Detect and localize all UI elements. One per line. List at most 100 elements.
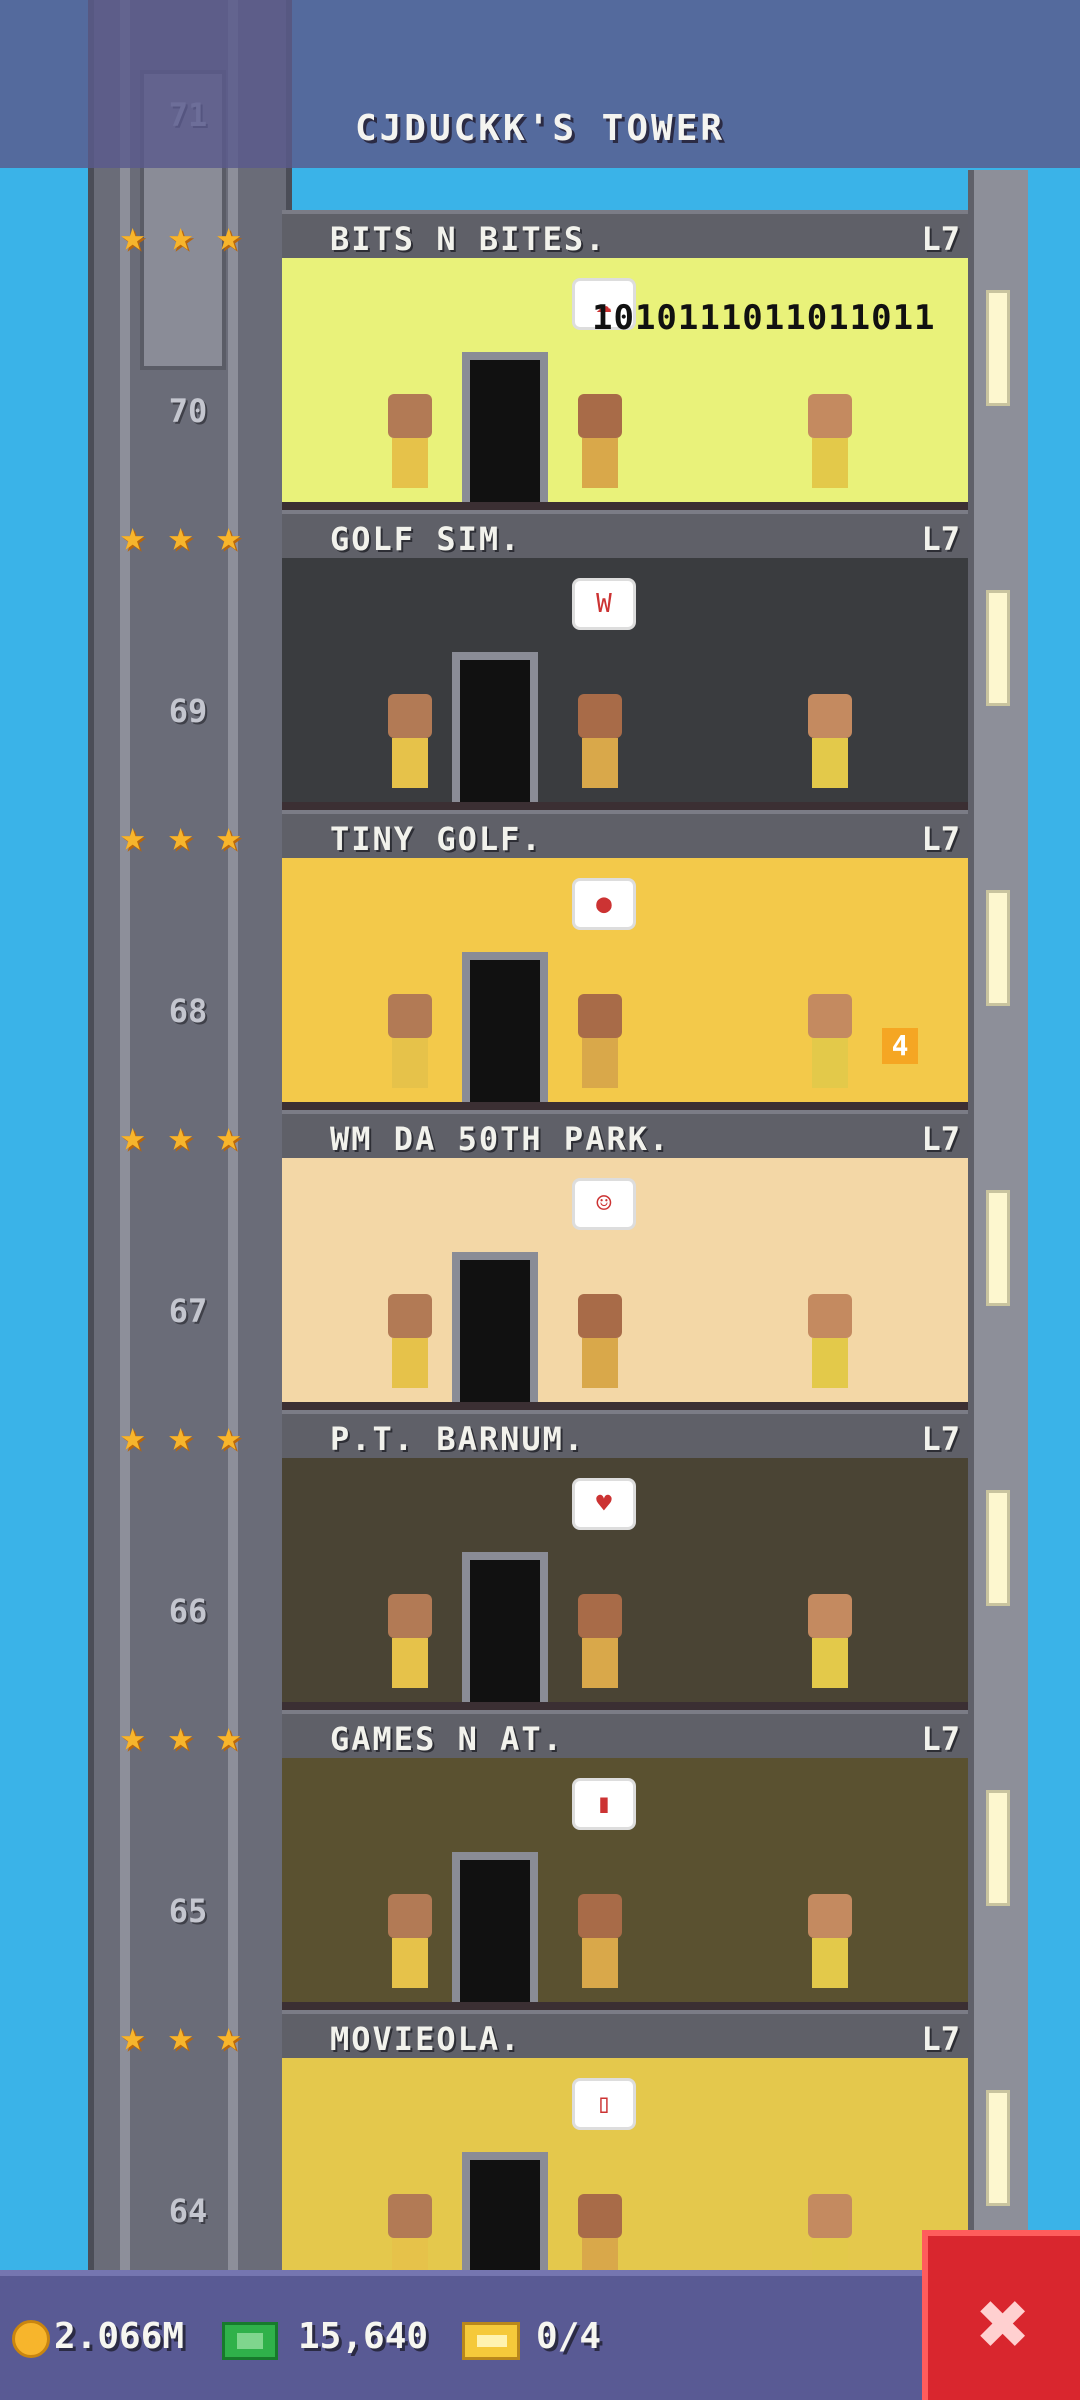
floor-room[interactable]: ● 4 <box>282 858 968 1110</box>
bitizen[interactable] <box>572 1294 628 1394</box>
floor-name: TINY GOLF. <box>330 820 543 858</box>
tower-header: CJDUCKK'S TOWER <box>0 0 1080 168</box>
floor-label-bar: BITS N BITES. L7 <box>282 210 968 258</box>
floor-name: WM DA 50TH PARK. <box>330 1120 671 1158</box>
floor-67[interactable]: WM DA 50TH PARK. L7 ☺ <box>282 1110 968 1410</box>
bitizen[interactable] <box>802 994 858 1094</box>
floor-68[interactable]: TINY GOLF. L7 ● 4 <box>282 810 968 1110</box>
star-icon: ★ <box>168 2011 194 2060</box>
floor-level: L7 <box>921 820 960 858</box>
bitizen[interactable] <box>802 1294 858 1394</box>
bitizen[interactable] <box>802 1894 858 1994</box>
bitizen[interactable] <box>382 1294 438 1394</box>
floor-label-bar: TINY GOLF. L7 <box>282 810 968 858</box>
floor-number-69: 69 <box>168 692 208 730</box>
floor-label-bar: P.T. BARNUM. L7 <box>282 1410 968 1458</box>
star-icon: ★ <box>216 1111 242 1160</box>
floor-name: GAMES N AT. <box>330 1720 564 1758</box>
bitizen[interactable] <box>572 1894 628 1994</box>
floor-room[interactable]: W <box>282 558 968 810</box>
speech-bubble[interactable]: ▮ <box>572 1778 636 1830</box>
currency-bar: 2.066M 15,640 0/4 <box>0 2270 1080 2400</box>
floor-room[interactable]: ♥ <box>282 1458 968 1710</box>
star-icon: ★ <box>120 2011 146 2060</box>
star-icon: ★ <box>168 1111 194 1160</box>
bitizen[interactable] <box>802 1594 858 1694</box>
floor-room[interactable]: ☺ <box>282 1158 968 1410</box>
bitizen[interactable] <box>382 394 438 494</box>
floor-stars: ★ ★ ★ <box>120 2014 270 2064</box>
coin-icon <box>12 2320 50 2358</box>
close-icon: ✖ <box>977 2272 1031 2375</box>
bitizen[interactable] <box>572 1594 628 1694</box>
wall-light <box>986 590 1010 706</box>
floor-70[interactable]: BITS N BITES. L7 ☁ 1010111011011011 <box>282 210 968 510</box>
star-icon: ★ <box>120 211 146 260</box>
bitizen[interactable] <box>382 694 438 794</box>
floor-number-67: 67 <box>168 1292 208 1330</box>
floor-number-64: 64 <box>168 2192 208 2230</box>
star-icon: ★ <box>168 811 194 860</box>
speech-bubble[interactable]: ● <box>572 878 636 930</box>
floor-room[interactable]: ▮ <box>282 1758 968 2010</box>
wall-light <box>986 2090 1010 2206</box>
speech-bubble[interactable]: ▯ <box>572 2078 636 2130</box>
floor-number-65: 65 <box>168 1892 208 1930</box>
floor-64[interactable]: MOVIEOLA. L7 ▯ <box>282 2010 968 2310</box>
bitizen[interactable] <box>572 994 628 1094</box>
star-icon: ★ <box>120 1111 146 1160</box>
bitizen[interactable] <box>382 1594 438 1694</box>
speech-bubble[interactable]: ☺ <box>572 1178 636 1230</box>
floor-label-bar: MOVIEOLA. L7 <box>282 2010 968 2058</box>
floor-door <box>452 1852 538 2002</box>
wall-light <box>986 1490 1010 1606</box>
bitizen[interactable] <box>802 694 858 794</box>
star-icon: ★ <box>216 511 242 560</box>
star-icon: ★ <box>168 1411 194 1460</box>
floor-name: P.T. BARNUM. <box>330 1420 586 1458</box>
floor-door <box>462 1552 548 1702</box>
floor-66[interactable]: P.T. BARNUM. L7 ♥ <box>282 1410 968 1710</box>
floor-number-68: 68 <box>168 992 208 1030</box>
star-icon: ★ <box>216 211 242 260</box>
floor-level: L7 <box>921 2020 960 2058</box>
bitizen[interactable] <box>572 394 628 494</box>
star-icon: ★ <box>120 511 146 560</box>
coins-value: 2.066M <box>54 2316 185 2357</box>
star-icon: ★ <box>168 1711 194 1760</box>
star-icon: ★ <box>216 1711 242 1760</box>
floor-number-66: 66 <box>168 1592 208 1630</box>
floor-name: GOLF SIM. <box>330 520 522 558</box>
wall-light <box>986 890 1010 1006</box>
star-icon: ★ <box>216 1411 242 1460</box>
floor-level: L7 <box>921 1420 960 1458</box>
wall-light <box>986 290 1010 406</box>
star-icon: ★ <box>216 811 242 860</box>
floor-65[interactable]: GAMES N AT. L7 ▮ <box>282 1710 968 2010</box>
tickets-value: 0/4 <box>536 2316 602 2357</box>
floor-door <box>452 652 538 802</box>
hole-sign: 4 <box>882 1028 918 1064</box>
wall-light <box>986 1790 1010 1906</box>
bitizen[interactable] <box>572 694 628 794</box>
bitizen[interactable] <box>802 394 858 494</box>
floor-level: L7 <box>921 220 960 258</box>
floor-69[interactable]: GOLF SIM. L7 W <box>282 510 968 810</box>
bitizen[interactable] <box>382 994 438 1094</box>
floor-level: L7 <box>921 1720 960 1758</box>
floor-stars: ★ ★ ★ <box>120 1714 270 1764</box>
tower-view[interactable]: 71 BITS N BITES.L7☁101011101101101170★★★… <box>0 0 1080 2400</box>
floor-door <box>452 1252 538 1402</box>
floor-number-70: 70 <box>168 392 208 430</box>
speech-bubble[interactable]: ♥ <box>572 1478 636 1530</box>
star-icon: ★ <box>120 1711 146 1760</box>
bitizen[interactable] <box>382 1894 438 1994</box>
floor-room[interactable]: ☁ 1010111011011011 <box>282 258 968 510</box>
floor-label-bar: GAMES N AT. L7 <box>282 1710 968 1758</box>
floor-name: MOVIEOLA. <box>330 2020 522 2058</box>
star-icon: ★ <box>168 211 194 260</box>
floor-door <box>462 352 548 502</box>
close-button[interactable]: ✖ <box>922 2230 1080 2400</box>
speech-bubble[interactable]: W <box>572 578 636 630</box>
star-icon: ★ <box>120 1411 146 1460</box>
